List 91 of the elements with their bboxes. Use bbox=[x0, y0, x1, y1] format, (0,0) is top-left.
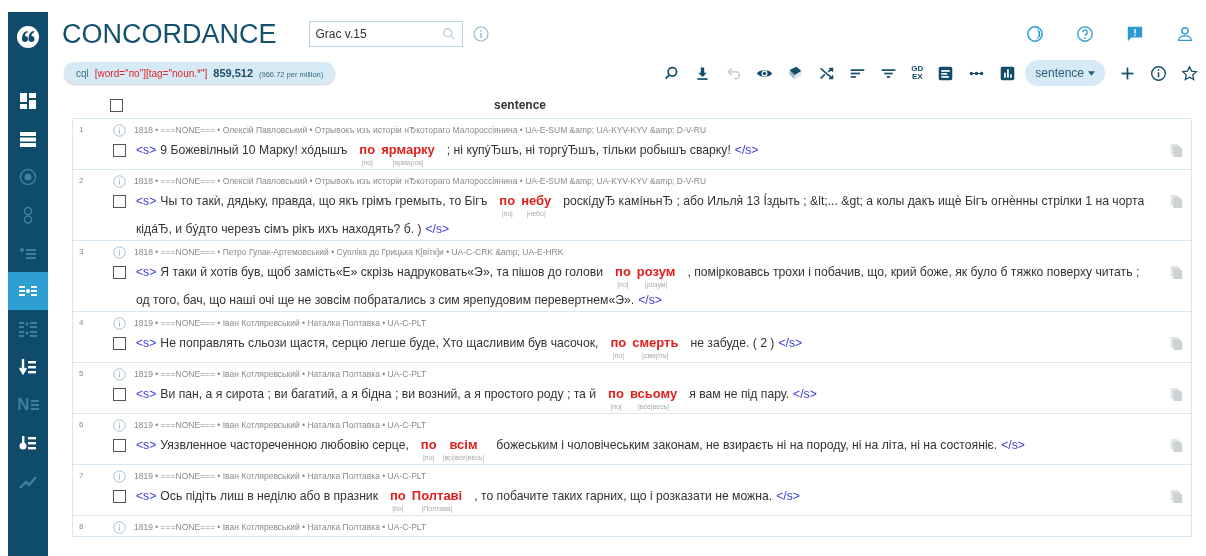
keyword[interactable]: по bbox=[359, 141, 376, 159]
sentence-tag: <s> bbox=[136, 192, 157, 210]
query-label: cql bbox=[76, 68, 89, 79]
column-header: sentence bbox=[494, 98, 547, 112]
keyword[interactable]: по bbox=[608, 385, 624, 403]
query-text: [word="по"][tag="noun.*"] bbox=[94, 68, 208, 79]
right-context: не забуде. ( 2 ) bbox=[690, 335, 775, 352]
help-icon[interactable] bbox=[1076, 25, 1094, 43]
keyword[interactable]: всім bbox=[449, 436, 478, 454]
right-context: од того, бач, що наші очі ще не зовсім побратались з сим ярепудовим перевертнем«Э». bbox=[136, 292, 635, 309]
select-all-checkbox[interactable] bbox=[110, 98, 123, 112]
row-checkbox[interactable] bbox=[113, 490, 126, 503]
right-context: , то побачите таких гарних, що і розказати не можна. bbox=[474, 488, 773, 505]
source-meta: 1819 • ===NONE=== • Іван Котляревський • Наталка Полтавка • UA-C-PLT bbox=[134, 318, 427, 328]
keyword[interactable]: розум bbox=[636, 263, 676, 281]
row-number: 6 bbox=[78, 419, 85, 431]
keyword[interactable]: небу bbox=[521, 192, 552, 210]
left-context: Уязвленное частореченною любовію серце, bbox=[160, 437, 409, 454]
sentence-tag: <s> bbox=[136, 263, 157, 281]
right-context: ; ні купýЂшъ, ні торгýЂшъ, тільки робышъ сварку! bbox=[446, 142, 731, 159]
left-context: Чы то такѝ, дядьку, правда, що якъ грімъ гремыть, то Бігъ bbox=[160, 193, 488, 210]
row-checkbox[interactable] bbox=[113, 266, 126, 279]
source-meta: 1819 • ===NONE=== • Іван Котляревський • Наталка Полтавка • UA-C-PLT bbox=[134, 471, 427, 481]
row-checkbox[interactable] bbox=[113, 388, 126, 401]
row-checkbox[interactable] bbox=[113, 337, 126, 350]
sentence-tag: <s> bbox=[136, 141, 157, 159]
row-number: 8 bbox=[78, 521, 85, 533]
page-title: CONCORDANCE bbox=[62, 18, 277, 50]
dashboard-icon bbox=[18, 91, 38, 111]
right-context: , помірковавсь трохи і побачив, що, крий боже, як було б тяжко поверху читать ; bbox=[687, 264, 1140, 281]
row-number: 7 bbox=[78, 470, 85, 482]
sort-down-icon bbox=[18, 357, 38, 377]
keyword[interactable]: Полтаві bbox=[411, 487, 463, 505]
info-icon[interactable] bbox=[1150, 64, 1167, 82]
right-context: роскíдуЂ камíньнЂ ; або Ильля̀ 13 Íздыть ; &lt;... &gt; а колы дакъ ищѐ Бігъ огнѐнны стрілки 1 на чорта bbox=[563, 192, 1145, 210]
double-concordance-icon bbox=[18, 319, 38, 339]
row-checkbox[interactable] bbox=[113, 439, 126, 452]
user-icon[interactable] bbox=[1176, 25, 1194, 43]
right-context: кідáЂ, и бýдто черезъ сімъ рікъ ихъ находять? б. ) bbox=[136, 221, 422, 238]
caret-icon bbox=[1088, 70, 1095, 76]
keyword[interactable]: смерть bbox=[632, 334, 679, 352]
bars-icon[interactable] bbox=[999, 64, 1017, 82]
sentence-tag: </s> bbox=[638, 291, 662, 309]
keyword[interactable]: по bbox=[390, 487, 406, 505]
sentence-tag: <s> bbox=[136, 385, 157, 403]
source-meta: 1818 • ===NONE=== • Петро Гулак-Артемовський • Супліка до Грицька К[вітк]и • UA-C-CRK &amp; UA-E-HRK bbox=[134, 247, 564, 257]
source-meta: 1818 • ===NONE=== • Олексій Павловський • Отрывокъ изъ исторіи нЂкотораго Малороссіянина • UA-E-SUM &amp; UA-KYV-KYV &amp; D-V-RU bbox=[134, 176, 707, 186]
left-context: Ось підіть лиш в неділю або в празник bbox=[160, 488, 378, 505]
gdex-button[interactable]: GD EX bbox=[911, 65, 924, 81]
hit-count: 859,512 bbox=[213, 67, 254, 79]
left-context: Я таки й хотів був, щоб замість«Е» скрізь надруковать«Э», та пішов до голови bbox=[160, 264, 604, 281]
sentence-tag: </s> bbox=[776, 487, 800, 505]
left-context: Не поправлять сльози щастя, серцю легше буде, Хто щасливим був часочок, bbox=[160, 335, 599, 352]
feedback-icon[interactable] bbox=[1126, 25, 1144, 43]
right-context: божеським і чоловічеським законам, не взираєть ні на породу, ні на літа, ні на состояніє. bbox=[496, 437, 998, 454]
theme-icon[interactable] bbox=[1026, 25, 1044, 43]
source-meta: 1818 • ===NONE=== • Олексій Павловський • Отрывокъ изъ исторіи нЂкотораго Малороссіянина • UA-E-SUM &amp; UA-KYV-KYV &amp; D-V-RU bbox=[134, 125, 707, 135]
keyword[interactable]: ярмарку bbox=[381, 141, 435, 159]
row-number: 2 bbox=[78, 175, 85, 187]
source-meta: 1819 • ===NONE=== • Іван Котляревський • Наталка Полтавка • UA-C-PLT bbox=[134, 369, 427, 379]
left-context: Ви пан, а я сирота ; ви багатий, а я бідна ; ви возний, а я простого роду ; та й bbox=[160, 386, 597, 403]
row-number: 3 bbox=[78, 246, 85, 258]
keyword[interactable]: всьому bbox=[629, 385, 678, 403]
view-dropdown[interactable]: sentence bbox=[1025, 60, 1105, 86]
row-number: 4 bbox=[78, 317, 85, 329]
sentence-tag: </s> bbox=[1001, 436, 1025, 454]
logo-icon bbox=[16, 25, 40, 49]
right-context: я вам не під пару. bbox=[689, 386, 790, 403]
left-context: 9 Божевілный 10 Марку! хóдышъ bbox=[160, 142, 348, 159]
sentence-tag: <s> bbox=[136, 487, 157, 505]
corpus-field[interactable]: Grac v.15 bbox=[308, 21, 463, 47]
source-meta: 1819 • ===NONE=== • Іван Котляревський • Наталка Полтавка • UA-C-PLT bbox=[134, 420, 427, 430]
doc-icon[interactable] bbox=[937, 64, 955, 82]
star-icon[interactable] bbox=[1181, 64, 1198, 82]
row-number: 1 bbox=[78, 124, 85, 136]
row-checkbox[interactable] bbox=[113, 195, 126, 208]
sentence-tag: <s> bbox=[136, 334, 157, 352]
row-checkbox[interactable] bbox=[113, 144, 126, 157]
sentence-tag: </s> bbox=[778, 334, 803, 352]
keyword[interactable]: по bbox=[615, 263, 631, 281]
row-number: 5 bbox=[78, 368, 85, 380]
list-icon bbox=[18, 129, 38, 149]
sentence-tag: </s> bbox=[425, 220, 450, 238]
keyword[interactable]: по bbox=[420, 436, 437, 454]
source-meta: 1819 • ===NONE=== • Іван Котляревський • Наталка Полтавка • UA-C-PLT bbox=[134, 522, 427, 532]
sentence-tag: </s> bbox=[793, 385, 817, 403]
sentence-tag: </s> bbox=[734, 141, 759, 159]
keyword[interactable]: по bbox=[499, 192, 516, 210]
keyword[interactable]: по bbox=[610, 334, 627, 352]
target-icon bbox=[18, 167, 38, 187]
sentence-tag: <s> bbox=[136, 436, 157, 454]
